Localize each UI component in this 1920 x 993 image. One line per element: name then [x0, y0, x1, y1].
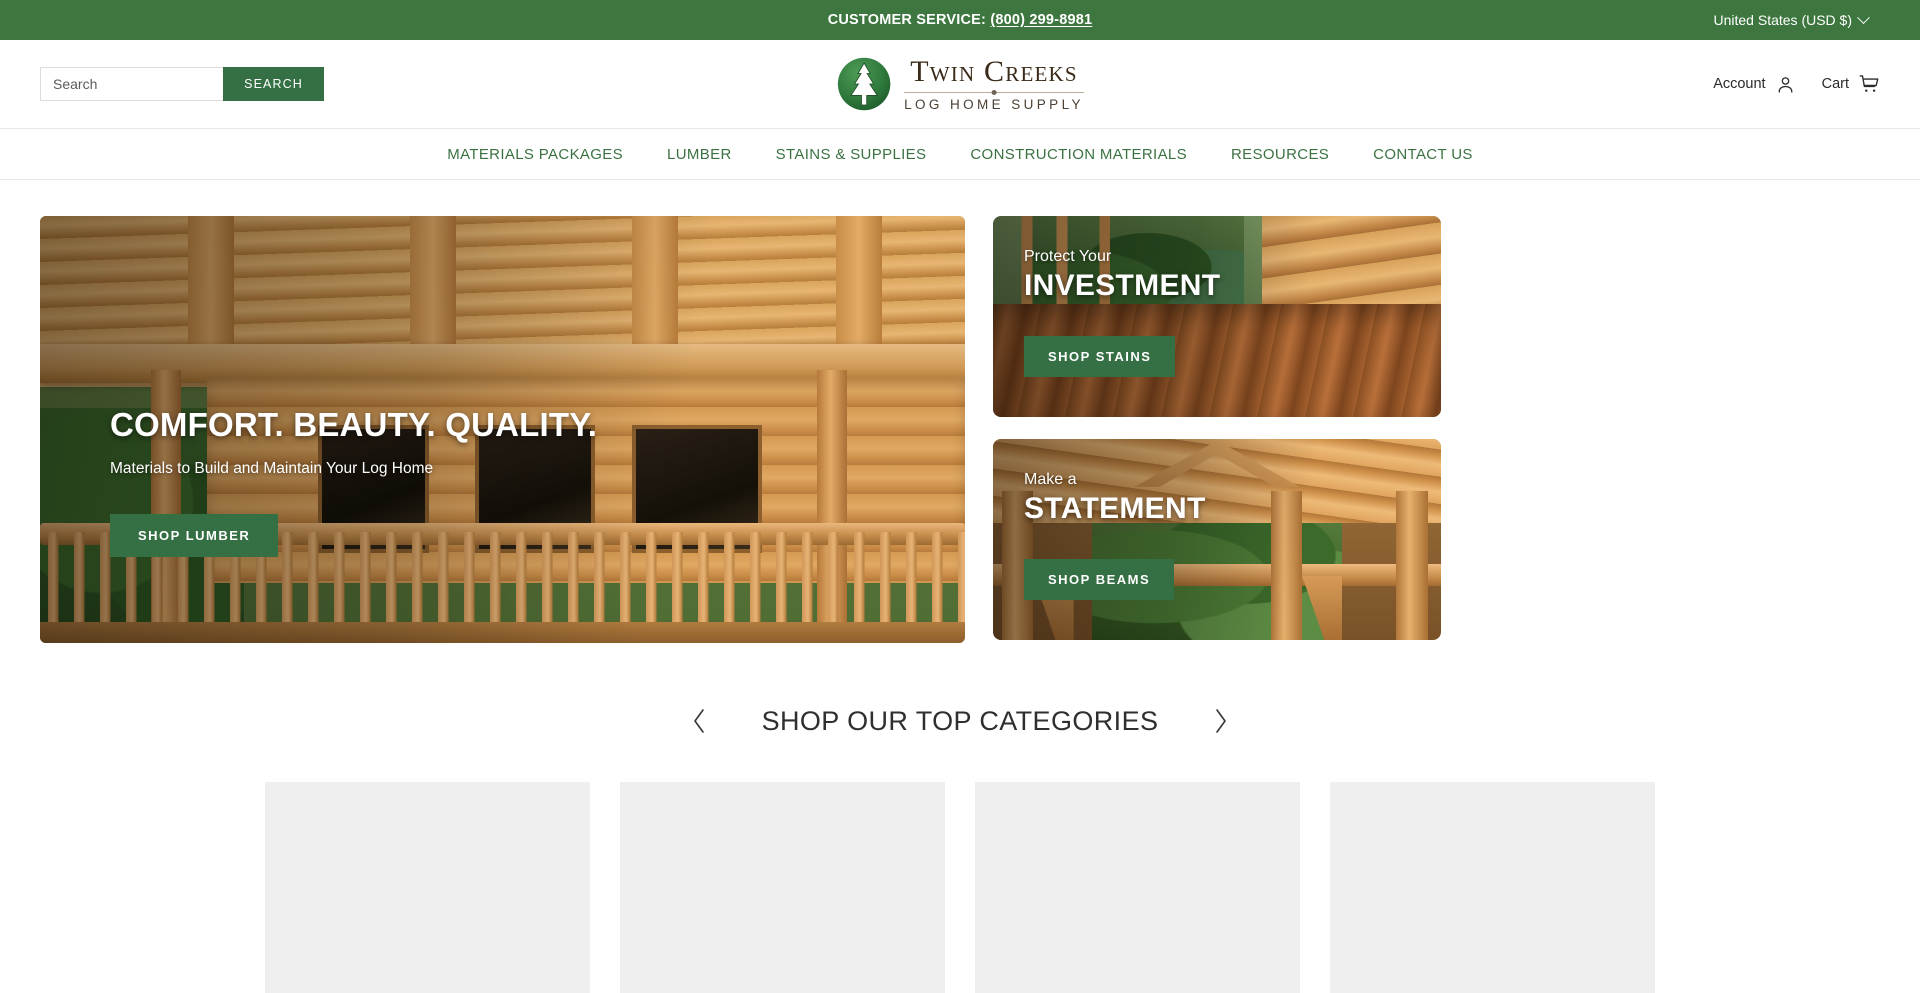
- chevron-left-icon: [693, 709, 704, 733]
- promo-card-content: Protect Your INVESTMENT SHOP STAINS: [1024, 248, 1220, 377]
- top-categories-title: SHOP OUR TOP CATEGORIES: [761, 705, 1159, 736]
- promo-eyebrow: Make a: [1024, 471, 1077, 488]
- shopping-cart-icon: [1859, 75, 1879, 92]
- promo-heading: INVESTMENT: [1024, 269, 1221, 302]
- logo-title: Twin Creeks: [910, 54, 1078, 88]
- customer-service-message: CUSTOMER SERVICE: (800) 299-8981: [0, 12, 1920, 28]
- logo-subtitle: LOG HOME SUPPLY: [904, 96, 1084, 112]
- shop-stains-button[interactable]: SHOP STAINS: [1024, 336, 1176, 377]
- top-categories-carousel: [0, 782, 1920, 993]
- nav-item-construction-materials[interactable]: CONSTRUCTION MATERIALS: [948, 146, 1209, 163]
- chevron-right-icon: [1216, 709, 1227, 733]
- main-navigation: MATERIALS PACKAGES LUMBER STAINS & SUPPL…: [0, 129, 1920, 180]
- hero-banner-content: COMFORT. BEAUTY. QUALITY. Materials to B…: [110, 406, 597, 557]
- site-logo[interactable]: Twin Creeks LOG HOME SUPPLY: [836, 56, 1084, 112]
- site-header: SEARCH Twin Creeks LOG HOME SUPPLY Accou…: [0, 40, 1920, 129]
- top-categories-section: SHOP OUR TOP CATEGORIES: [0, 701, 1920, 993]
- cart-label: Cart: [1821, 76, 1849, 92]
- promo-card-beams[interactable]: Make a STATEMENT SHOP BEAMS: [993, 439, 1441, 640]
- person-icon: [1778, 76, 1793, 93]
- locale-label: United States (USD $): [1713, 12, 1853, 28]
- search-button[interactable]: SEARCH: [223, 67, 324, 101]
- header-actions: Account Cart: [1713, 73, 1880, 95]
- account-link[interactable]: Account: [1713, 74, 1795, 95]
- logo-divider: [904, 91, 1084, 93]
- promo-eyebrow: Protect Your: [1024, 248, 1112, 265]
- nav-item-contact-us[interactable]: CONTACT US: [1351, 146, 1495, 163]
- nav-item-resources[interactable]: RESOURCES: [1209, 146, 1351, 163]
- hero-heading: COMFORT. BEAUTY. QUALITY.: [110, 406, 598, 443]
- customer-service-phone-link[interactable]: (800) 299-8981: [990, 12, 1092, 28]
- account-label: Account: [1713, 76, 1766, 92]
- shop-lumber-button[interactable]: SHOP LUMBER: [110, 514, 279, 557]
- pine-tree-logo-icon: [837, 57, 891, 111]
- cart-link[interactable]: Cart: [1822, 73, 1880, 95]
- category-card[interactable]: [1330, 782, 1655, 993]
- hero-subheading: Materials to Build and Maintain Your Log…: [110, 460, 434, 477]
- hero-side-cards: Protect Your INVESTMENT SHOP STAINS Make: [993, 216, 1441, 640]
- category-card[interactable]: [620, 782, 945, 993]
- category-card[interactable]: [975, 782, 1300, 993]
- search-input[interactable]: [40, 67, 223, 101]
- promo-card-stains[interactable]: Protect Your INVESTMENT SHOP STAINS: [993, 216, 1441, 417]
- promo-card-content: Make a STATEMENT SHOP BEAMS: [1024, 471, 1206, 600]
- carousel-prev-button[interactable]: [681, 701, 718, 741]
- announcement-bar: CUSTOMER SERVICE: (800) 299-8981 United …: [0, 0, 1920, 40]
- category-card[interactable]: [265, 782, 590, 993]
- search-form: SEARCH: [40, 67, 324, 101]
- hero-section: COMFORT. BEAUTY. QUALITY. Materials to B…: [0, 180, 1920, 643]
- shop-beams-button[interactable]: SHOP BEAMS: [1024, 559, 1175, 600]
- promo-heading: STATEMENT: [1024, 492, 1206, 525]
- carousel-next-button[interactable]: [1202, 701, 1239, 741]
- chevron-down-icon: [1857, 10, 1870, 24]
- nav-item-lumber[interactable]: LUMBER: [645, 146, 754, 163]
- nav-item-materials-packages[interactable]: MATERIALS PACKAGES: [425, 146, 645, 163]
- locale-selector[interactable]: United States (USD $): [1713, 10, 1870, 28]
- customer-service-label: CUSTOMER SERVICE:: [827, 12, 987, 28]
- logo-wordmark: Twin Creeks LOG HOME SUPPLY: [904, 54, 1084, 112]
- hero-banner-lumber[interactable]: COMFORT. BEAUTY. QUALITY. Materials to B…: [40, 216, 965, 643]
- nav-item-stains-supplies[interactable]: STAINS & SUPPLIES: [754, 146, 949, 163]
- top-categories-header: SHOP OUR TOP CATEGORIES: [0, 701, 1920, 741]
